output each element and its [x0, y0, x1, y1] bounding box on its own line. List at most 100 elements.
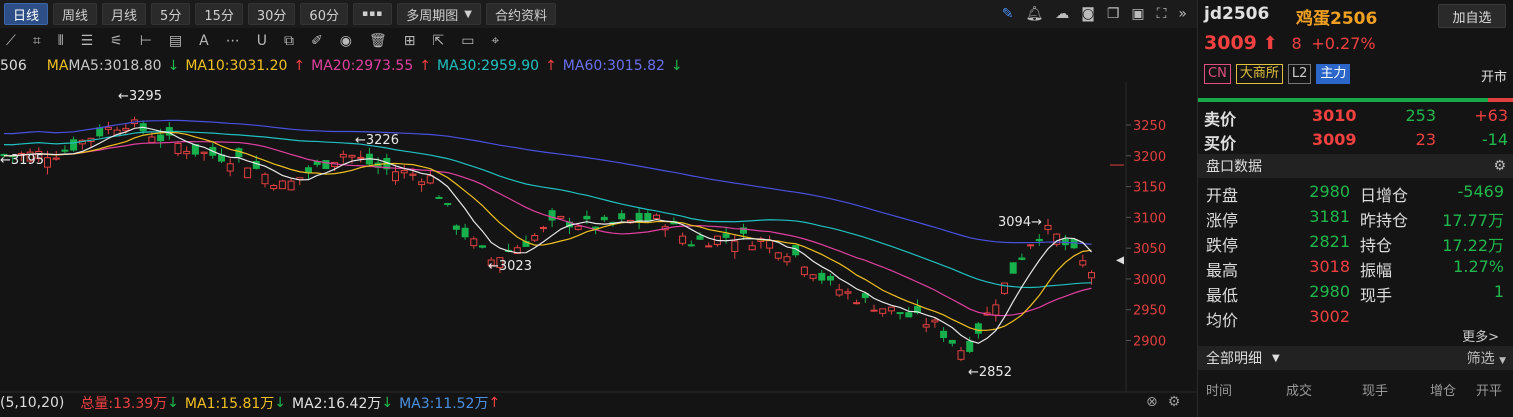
- volume-ma2: MA2:16.42万: [292, 396, 382, 412]
- eraser-icon[interactable]: ✐: [311, 33, 323, 49]
- prev-oi-value: 17.77万: [1442, 211, 1504, 230]
- arrow-up-icon: ↑: [293, 58, 306, 74]
- copy-icon[interactable]: ❐: [1107, 6, 1120, 22]
- limit-down-value: 2821: [1309, 232, 1350, 251]
- arrow-up-icon: ↑: [419, 58, 431, 74]
- indicator-icon[interactable]: ▣: [1131, 6, 1144, 22]
- contract-suffix: 506: [0, 58, 27, 74]
- trash-icon[interactable]: 🗑︎: [369, 33, 387, 49]
- candle-up: [853, 302, 861, 305]
- eye-icon[interactable]: ◉: [340, 33, 352, 49]
- candle-up: [870, 309, 878, 312]
- period-15min-button[interactable]: 15分: [195, 3, 243, 25]
- ask-row: 卖价 3010 253 +63: [1204, 106, 1508, 129]
- chevron-down-icon: ▼: [1499, 356, 1506, 366]
- col-lot: 现手: [1362, 384, 1389, 399]
- multi-period-dropdown[interactable]: 多周期图 ▼: [397, 3, 481, 25]
- pen-icon[interactable]: ✎: [1002, 6, 1014, 22]
- grid-icon[interactable]: ⊞: [404, 33, 416, 49]
- camera-icon[interactable]: ◙: [1081, 6, 1095, 22]
- bars-icon[interactable]: ⫴: [58, 33, 64, 49]
- ma-legend: 506 MA MA5:3018.80 ↓ MA10:3031.20 ↑ MA20:2…: [0, 56, 689, 76]
- period-60min-button[interactable]: 60分: [300, 3, 348, 25]
- add-watchlist-button[interactable]: 加自选: [1438, 4, 1506, 28]
- crop-icon[interactable]: ⌗: [33, 33, 41, 49]
- arrow-up-icon: ↑: [488, 395, 501, 411]
- period-day-button[interactable]: 日线: [4, 3, 49, 25]
- bid-change: -14: [1481, 130, 1508, 149]
- more-periods-button[interactable]: ▪▪▪: [352, 3, 393, 25]
- export-icon[interactable]: ⇱: [432, 33, 444, 49]
- candle-down: [452, 225, 460, 230]
- contract-info-button[interactable]: 合约资料: [486, 3, 557, 25]
- candle-up: [357, 156, 365, 159]
- level2-tag[interactable]: L2: [1287, 64, 1312, 84]
- arrow-down-icon: ↓: [167, 58, 180, 74]
- candle-up: [574, 225, 582, 230]
- settings-icon[interactable]: ⚙: [1168, 394, 1181, 410]
- filter-button[interactable]: 筛选 ▼: [1467, 348, 1506, 368]
- comment-icon[interactable]: ▭: [461, 33, 474, 49]
- candle-up: [287, 180, 295, 191]
- candle-up: [835, 289, 843, 296]
- orderbook-section-header[interactable]: 盘口数据 ⚙: [1198, 154, 1513, 178]
- candle-up: [922, 324, 930, 328]
- fan-icon[interactable]: ⚟: [110, 33, 123, 49]
- volume-total: 总量:13.39万: [80, 396, 168, 412]
- ma60-line: [3, 119, 1092, 245]
- candle-down: [1070, 239, 1078, 249]
- candle-up: [226, 163, 234, 172]
- candle-up: [766, 240, 774, 249]
- candle-down: [722, 233, 730, 238]
- period-week-button[interactable]: 周线: [53, 3, 98, 25]
- candle-up: [653, 214, 660, 219]
- col-time: 时间: [1206, 384, 1233, 399]
- bid-volume: 23: [1415, 130, 1436, 149]
- arrow-down-icon: ↓: [274, 395, 286, 411]
- tag-row: CN 大商所 L2 主力: [1204, 64, 1351, 84]
- candle-down: [600, 216, 608, 221]
- collapse-icon[interactable]: »: [1178, 6, 1187, 22]
- amplitude-label: 振幅: [1360, 261, 1393, 280]
- measure-icon[interactable]: ⌖: [491, 33, 499, 49]
- close-icon[interactable]: ⊗: [1146, 394, 1158, 410]
- period-month-button[interactable]: 月线: [102, 3, 147, 25]
- range-icon[interactable]: ⊢: [140, 33, 152, 49]
- volume-legend: (5,10,20) 总量:13.39万 ↓ MA1:15.81万 ↓ MA2:16.…: [0, 392, 506, 414]
- fib-icon[interactable]: ☰: [81, 33, 94, 49]
- candle-up: [278, 180, 286, 190]
- magnet-icon[interactable]: U: [257, 33, 267, 49]
- settings-icon[interactable]: ⚙: [1493, 158, 1506, 174]
- period-30min-button[interactable]: 30分: [247, 3, 296, 25]
- top-icon-group: ✎ 🔔︎ ☁ ◙ ❐ ▣ ⛶ »: [1002, 0, 1187, 28]
- period-5min-button[interactable]: 5分: [151, 3, 191, 25]
- price-annotation: 3094→: [998, 215, 1042, 230]
- candle-up: [539, 227, 547, 230]
- y-tick-label: 3050: [1133, 242, 1166, 257]
- last-volume-value: 1: [1493, 282, 1504, 301]
- bid-price[interactable]: 3009: [1312, 130, 1357, 149]
- ruler-icon[interactable]: ▤: [169, 33, 182, 49]
- detail-section-header[interactable]: 全部明细 ▼ 筛选 ▼: [1198, 346, 1513, 370]
- candle-up: [800, 266, 808, 276]
- candle-up: [1001, 282, 1008, 294]
- trendline-icon[interactable]: ⟋: [6, 33, 16, 49]
- cloud-icon[interactable]: ☁: [1055, 6, 1069, 22]
- bell-icon[interactable]: 🔔︎: [1025, 6, 1043, 22]
- ask-price[interactable]: 3010: [1312, 106, 1357, 125]
- chevron-down-icon[interactable]: ▼: [1272, 353, 1280, 364]
- more-link[interactable]: 更多>: [1462, 326, 1499, 345]
- more-tools-icon[interactable]: ⋯: [226, 33, 240, 49]
- data-row: 涨停 3181 昨持仓 17.77万: [1206, 207, 1506, 231]
- ma30-value: MA30:2959.90: [436, 58, 540, 74]
- main-contract-tag: 主力: [1316, 64, 1351, 84]
- text-icon[interactable]: A: [199, 33, 209, 49]
- layers-icon[interactable]: ⧉: [284, 33, 294, 49]
- candle-up: [392, 171, 399, 182]
- candle-up: [783, 256, 791, 263]
- y-tick-label: 3100: [1133, 211, 1166, 226]
- fullscreen-icon[interactable]: ⛶: [1157, 6, 1167, 22]
- data-row: 跌停 2821 持仓 17.22万: [1206, 232, 1506, 256]
- data-row: 最高 3018 振幅 1.27%: [1206, 257, 1506, 281]
- candle-up: [104, 126, 112, 130]
